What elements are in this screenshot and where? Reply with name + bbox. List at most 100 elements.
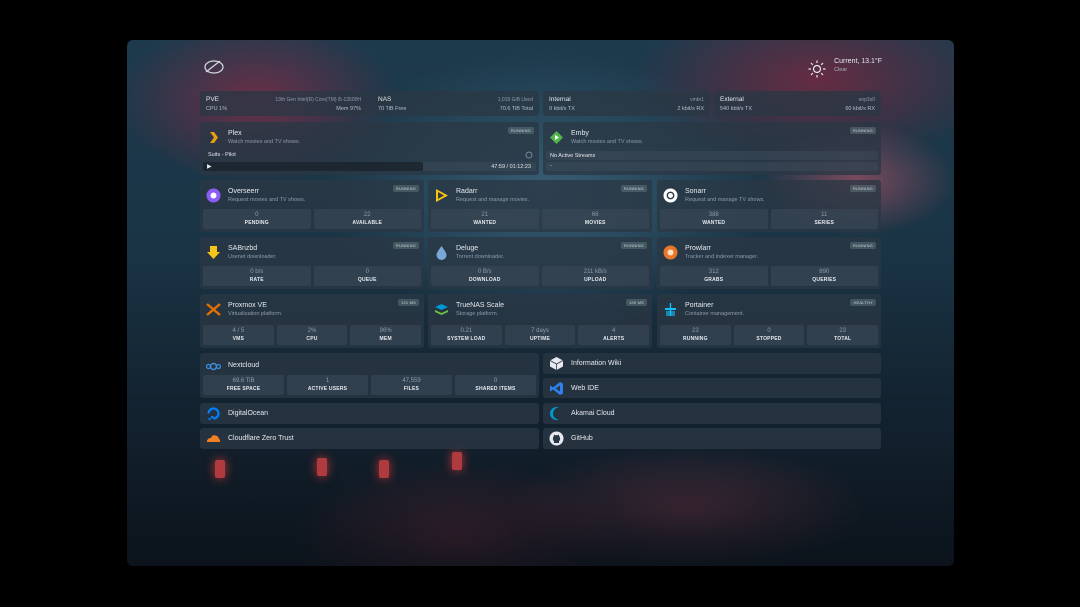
service-description: Container management. <box>685 311 745 317</box>
stat-block: 66 MOVIES <box>541 209 649 229</box>
stat-label: SERIES <box>814 220 835 226</box>
service-card-truenas[interactable]: TrueNAS Scale Storage platform. 190 MS 0… <box>428 294 652 348</box>
service-description: Storage platform. <box>456 311 499 317</box>
service-stats: 4 / 5 VMS 2% CPU 96% MEM <box>203 325 422 345</box>
service-card-deluge[interactable]: Deluge Torrent downloader. RUNNING 0 B/s… <box>428 237 652 289</box>
dashboard-screen: Current, 13.1°F Clear PVE 13th Gen Intel… <box>127 40 954 566</box>
service-title: Prowlarr <box>685 245 712 252</box>
stat-value: 11 <box>821 212 828 218</box>
stat-value: 69.6 TiB <box>232 378 255 384</box>
resource-detail: enp3s0 <box>858 97 875 103</box>
stat-block: 22 AVAILABLE <box>313 209 421 229</box>
service-title: Radarr <box>456 188 478 195</box>
stat-value: 0.21 <box>460 328 473 334</box>
stat-label: MEM <box>379 336 392 342</box>
stat-block: 0 B/s DOWNLOAD <box>431 266 539 286</box>
resource-tx: 540 kbit/s TX <box>720 106 752 112</box>
service-card-sabnzbd[interactable]: SABnzbd Usenet downloader. RUNNING 0 b/s… <box>200 237 424 289</box>
playback-time: 47:59 / 01:12:23 <box>491 163 531 170</box>
service-card-portainer[interactable]: Portainer Container management. HEALTHY … <box>657 294 881 348</box>
status-badge: 131 MS <box>398 299 419 306</box>
prowlarr-icon <box>663 245 678 260</box>
resource-free: 70 TiB Free <box>378 106 407 112</box>
homepage-logo-icon[interactable] <box>202 58 226 76</box>
bookmark-github[interactable]: GitHub <box>543 428 881 449</box>
service-description: Request and manage TV shows. <box>685 197 765 203</box>
plex-icon <box>210 132 218 143</box>
service-description: Usenet downloader. <box>228 254 277 260</box>
stat-label: QUERIES <box>812 277 837 283</box>
service-card-sonarr[interactable]: Sonarr Request and manage TV shows. RUNN… <box>657 180 881 232</box>
service-card-prowlarr[interactable]: Prowlarr Tracker and indexer manager. RU… <box>657 237 881 289</box>
bookmark-information-wiki[interactable]: Information Wiki <box>543 353 881 374</box>
resource-memory: Mem 97% <box>336 106 361 112</box>
bookmark-digitalocean[interactable]: DigitalOcean <box>200 403 539 424</box>
service-title: TrueNAS Scale <box>456 302 504 309</box>
stream-placeholder: - <box>546 162 878 171</box>
resource-name: External <box>720 96 744 103</box>
status-badge: HEALTHY <box>850 299 876 306</box>
resource-rx: 2 kbit/s RX <box>677 106 704 112</box>
stat-value: 66 <box>591 212 599 218</box>
playback-progress-fill <box>203 162 423 171</box>
service-stats: 21 WANTED 66 MOVIES <box>431 209 649 229</box>
service-card-overseerr[interactable]: Overseerr Request movies and TV shows. R… <box>200 180 424 232</box>
service-description: Request movies and TV shows. <box>228 197 306 203</box>
service-description: Torrent downloader. <box>456 254 505 260</box>
github-icon <box>549 431 564 446</box>
resource-widget-external[interactable]: External enp3s0 540 kbit/s TX 60 kbit/s … <box>714 91 881 116</box>
weather-widget[interactable]: Current, 13.1°F Clear <box>808 58 882 78</box>
stat-label: SYSTEM LOAD <box>447 336 486 342</box>
service-card-emby[interactable]: Emby Watch movies and TV shows. RUNNING … <box>543 122 881 175</box>
service-stats: 23 RUNNING 0 STOPPED 23 TOTAL <box>660 325 879 345</box>
service-title: Nextcloud <box>228 362 260 369</box>
stat-block: 2% CPU <box>276 325 348 345</box>
resource-detail: 1,018 GiB Used <box>497 97 533 103</box>
status-badge: 190 MS <box>626 299 647 306</box>
cloudflare-icon <box>207 435 221 442</box>
status-badge: RUNNING <box>620 242 647 249</box>
resource-total: 70.6 TiB Total <box>499 106 533 112</box>
status-badge: RUNNING <box>849 185 876 192</box>
bookmark-label: Information Wiki <box>571 360 622 367</box>
wiki-cube-icon <box>549 357 564 370</box>
stat-block: 96% MEM <box>350 325 422 345</box>
stat-label: GRABS <box>704 277 724 283</box>
stat-value: 890 <box>819 269 830 275</box>
stat-value: 21 <box>481 212 489 218</box>
info-icon[interactable] <box>525 151 533 159</box>
stat-label: SHARED ITEMS <box>475 386 516 392</box>
stat-label: UPLOAD <box>584 277 607 283</box>
stat-block: 0 PENDING <box>203 209 311 229</box>
stat-value: 211 kB/s <box>583 269 607 275</box>
stat-value: 23 <box>839 328 847 334</box>
service-card-nextcloud[interactable]: Nextcloud 69.6 TiB FREE SPACE 1 ACTIVE USE… <box>200 353 539 398</box>
service-card-proxmox[interactable]: Proxmox VE Virtualization platform. 131 … <box>200 294 424 348</box>
service-card-plex[interactable]: Plex Watch movies and TV shows. RUNNING … <box>200 122 539 175</box>
stat-block: 23 RUNNING <box>660 325 731 345</box>
resource-widget-pve[interactable]: PVE 13th Gen Intel(R) Core(TM) i5-13500H… <box>200 91 367 116</box>
stat-block: 0.21 SYSTEM LOAD <box>431 325 502 345</box>
status-badge: RUNNING <box>392 242 419 249</box>
playback-progress-bar[interactable]: ▶ 47:59 / 01:12:23 <box>203 162 536 171</box>
resource-widget-nas[interactable]: NAS 1,018 GiB Used 70 TiB Free 70.6 TiB … <box>372 91 539 116</box>
stat-label: TOTAL <box>834 336 852 342</box>
stat-block: 312 GRABS <box>660 266 768 286</box>
service-description: Request and manage movies. <box>456 197 530 203</box>
lantern <box>379 460 389 478</box>
stat-label: ACTIVE USERS <box>307 386 348 392</box>
resource-rx: 60 kbit/s RX <box>845 106 875 112</box>
lantern <box>215 460 225 478</box>
stat-label: WANTED <box>702 220 726 226</box>
resource-name: PVE <box>206 96 220 103</box>
stat-block: 890 QUERIES <box>770 266 878 286</box>
bookmark-web-ide[interactable]: Web IDE <box>543 378 881 398</box>
resource-widget-internal[interactable]: Internal vmbr1 9 kbit/s TX 2 kbit/s RX <box>543 91 710 116</box>
service-card-radarr[interactable]: Radarr Request and manage movies. RUNNIN… <box>428 180 652 232</box>
bookmark-label: DigitalOcean <box>228 410 269 417</box>
stat-label: RUNNING <box>682 336 708 342</box>
play-icon[interactable]: ▶ <box>207 163 212 170</box>
stat-block: 69.6 TiB FREE SPACE <box>203 375 284 395</box>
bookmark-akamai-cloud[interactable]: Akamai Cloud <box>543 403 881 424</box>
bookmark-cloudflare-zero-trust[interactable]: Cloudflare Zero Trust <box>200 428 539 449</box>
